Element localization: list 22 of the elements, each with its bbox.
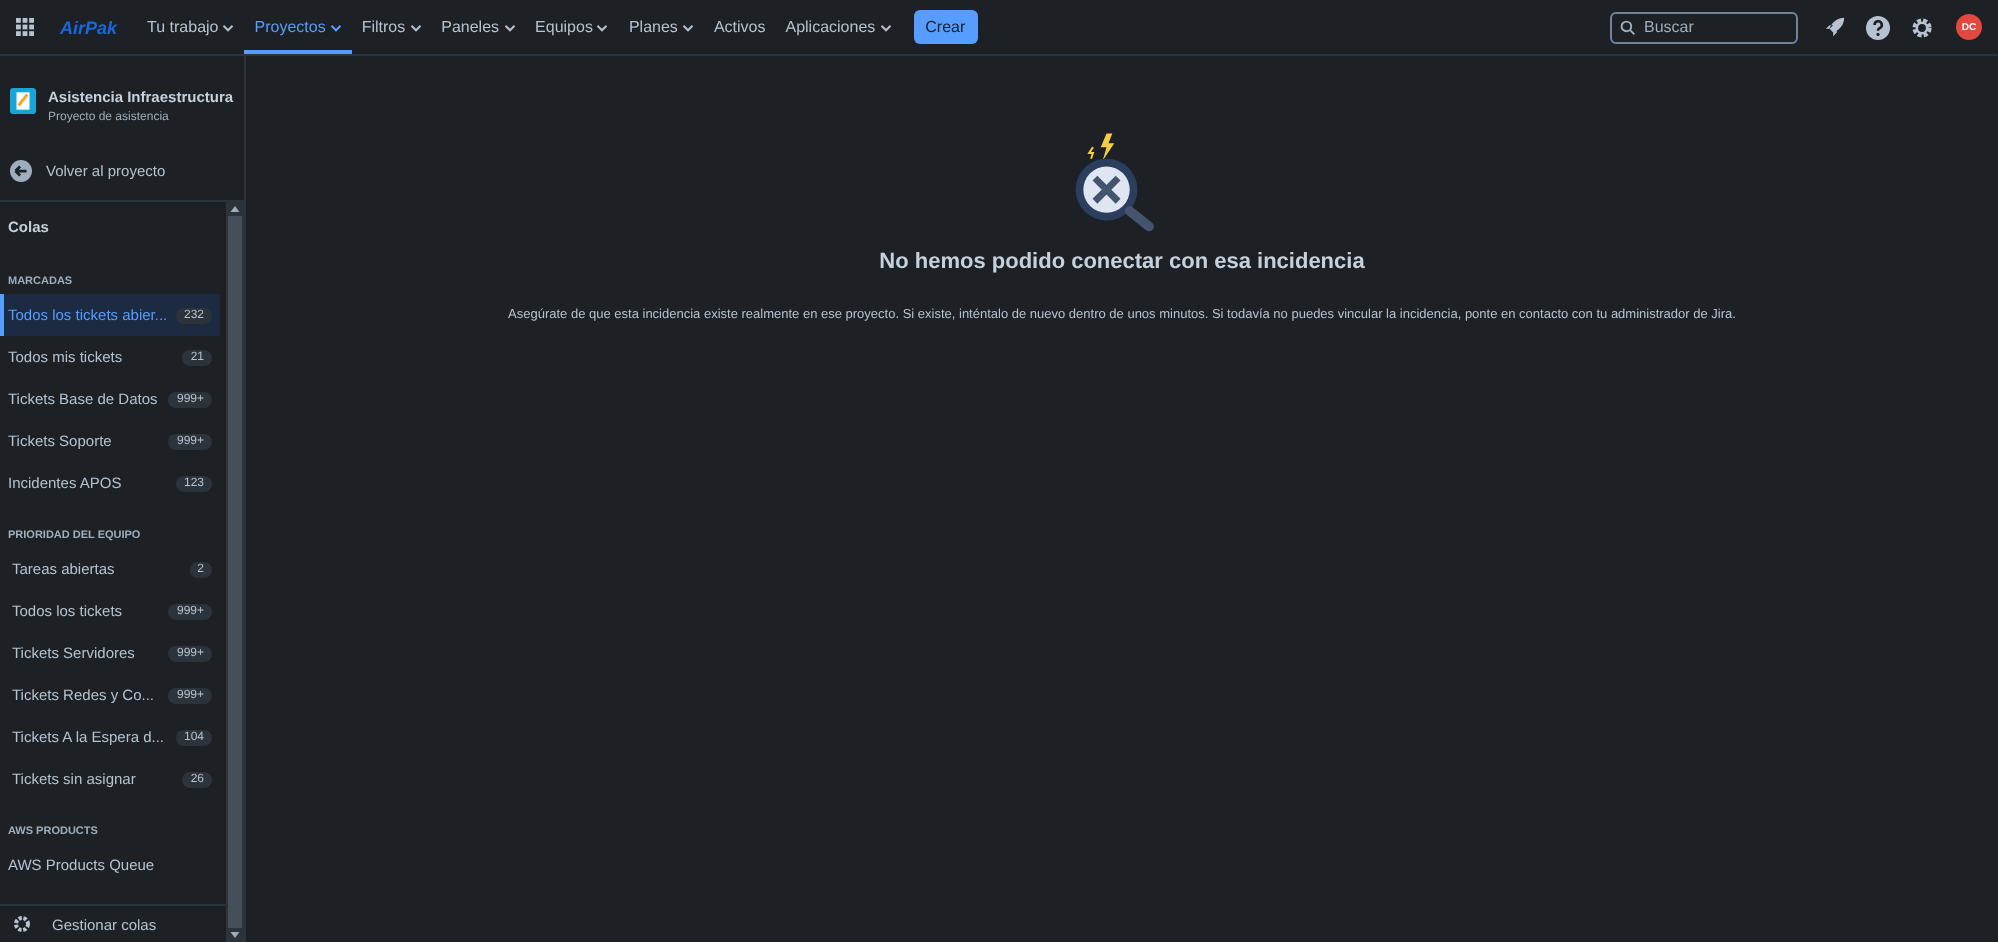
nav-menu-item[interactable]: Aplicaciones — [775, 0, 902, 54]
nav-menu-item[interactable]: Equipos — [525, 0, 619, 54]
error-title: No hemos podido conectar con esa incidencia — [879, 250, 1365, 274]
help-icon[interactable] — [1866, 15, 1890, 39]
scrollbar[interactable] — [226, 202, 244, 942]
settings-icon[interactable] — [1910, 15, 1934, 39]
scroll-down-arrow-icon[interactable] — [230, 932, 240, 938]
app-grid-icon[interactable] — [16, 18, 34, 36]
search-field[interactable]: Buscar — [1610, 11, 1798, 43]
project-icon — [10, 88, 36, 114]
scroll-up-arrow-icon[interactable] — [230, 206, 240, 212]
search-icon — [1620, 19, 1636, 35]
nav-menu-item[interactable]: Proyectos — [244, 0, 352, 54]
nav-menu-item[interactable]: Planes — [618, 0, 704, 54]
create-button[interactable]: Crear — [913, 10, 978, 44]
settings-icon[interactable] — [12, 914, 32, 934]
nav-menu-item[interactable]: Activos — [703, 0, 776, 54]
nav-menu-item[interactable]: Filtros — [351, 0, 432, 54]
nav-menu-item[interactable]: Tu trabajo — [137, 0, 245, 54]
rocket-icon[interactable] — [1824, 16, 1846, 38]
back-arrow-icon[interactable] — [10, 159, 32, 181]
nav-menu-item[interactable]: Paneles — [431, 0, 526, 54]
